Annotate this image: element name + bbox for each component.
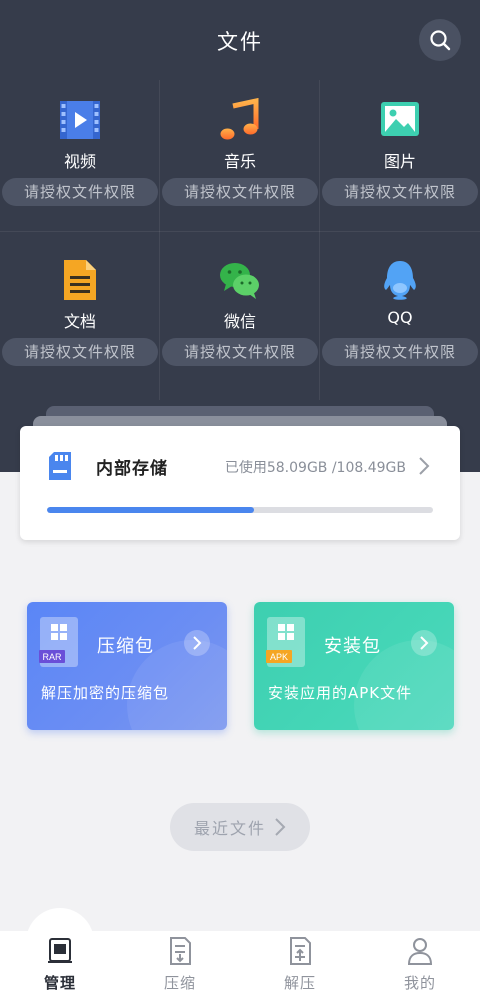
storage-progress-fill: [47, 507, 254, 513]
permission-button[interactable]: 请授权文件权限: [322, 338, 478, 366]
apk-card-arrow: [411, 630, 437, 656]
category-music[interactable]: 音乐 请授权文件权限: [160, 80, 320, 240]
svg-text:APK: APK: [270, 652, 288, 662]
apk-package-card[interactable]: APK 安装包 安装应用的APK文件: [254, 602, 454, 730]
qq-icon: [384, 261, 416, 300]
page-title: 文件: [217, 30, 263, 54]
storage-used-text: 已使用58.09GB /108.49GB: [224, 460, 406, 476]
category-document[interactable]: 文档 请授权文件权限: [0, 240, 160, 400]
category-label: QQ: [387, 308, 413, 327]
category-wechat[interactable]: 微信 请授权文件权限: [160, 240, 320, 400]
nav-tab-manage[interactable]: 管理: [0, 932, 120, 994]
chevron-right-icon: [419, 457, 430, 475]
storage-progress-bar: [47, 507, 433, 513]
permission-button[interactable]: 请授权文件权限: [162, 178, 318, 206]
nav-label: 压缩: [163, 974, 196, 992]
nav-tab-compress[interactable]: 压缩: [120, 932, 240, 994]
recent-files-button[interactable]: 最近文件: [170, 803, 310, 851]
apk-card-description: 安装应用的APK文件: [268, 684, 413, 702]
nav-label: 解压: [283, 974, 316, 992]
category-image[interactable]: 图片 请授权文件权限: [320, 80, 480, 240]
sd-card-icon: [49, 452, 71, 480]
permission-button[interactable]: 请授权文件权限: [2, 178, 158, 206]
user-icon: [407, 938, 433, 965]
chevron-right-icon: [193, 636, 202, 650]
nav-tab-mine[interactable]: 我的: [360, 932, 480, 994]
wechat-icon: [220, 263, 259, 299]
permission-button[interactable]: 请授权文件权限: [322, 178, 478, 206]
rar-card-title: 压缩包: [97, 636, 154, 657]
category-label: 音乐: [223, 152, 256, 171]
category-video[interactable]: 视频 请授权文件权限: [0, 80, 160, 240]
rar-card-description: 解压加密的压缩包: [41, 684, 170, 702]
nav-tab-extract[interactable]: 解压: [240, 932, 360, 994]
search-icon: [430, 30, 451, 51]
nav-label: 我的: [403, 974, 436, 992]
category-qq[interactable]: QQ 请授权文件权限: [320, 240, 480, 400]
recent-files-label: 最近文件: [193, 819, 266, 838]
rar-archive-card[interactable]: RAR 压缩包 解压加密的压缩包: [27, 602, 227, 730]
apk-file-icon: APK: [266, 617, 305, 667]
video-icon: [60, 101, 100, 139]
storage-name: 内部存储: [96, 459, 168, 479]
category-label: 文档: [63, 312, 96, 331]
image-icon: [381, 102, 419, 136]
category-label: 微信: [223, 312, 256, 331]
extract-icon: [290, 937, 311, 965]
rar-file-icon: RAR: [39, 617, 78, 667]
document-icon: [64, 260, 96, 300]
category-label: 图片: [383, 152, 416, 171]
apk-card-title: 安装包: [324, 636, 381, 657]
compress-icon: [170, 937, 191, 965]
nav-label: 管理: [43, 974, 76, 992]
book-icon: [48, 938, 72, 963]
permission-button[interactable]: 请授权文件权限: [162, 338, 318, 366]
chevron-right-icon: [420, 636, 429, 650]
category-label: 视频: [63, 152, 96, 171]
search-button[interactable]: [419, 19, 461, 61]
permission-button[interactable]: 请授权文件权限: [2, 338, 158, 366]
svg-text:RAR: RAR: [42, 652, 62, 662]
category-grid: 视频 请授权文件权限 音乐 请授权文件权限 图片 请授权文件权限 文档 请授权文…: [0, 80, 480, 410]
music-icon: [220, 98, 259, 140]
rar-card-arrow: [184, 630, 210, 656]
chevron-right-icon: [275, 818, 286, 836]
internal-storage-card[interactable]: 内部存储 已使用58.09GB /108.49GB: [20, 426, 460, 540]
